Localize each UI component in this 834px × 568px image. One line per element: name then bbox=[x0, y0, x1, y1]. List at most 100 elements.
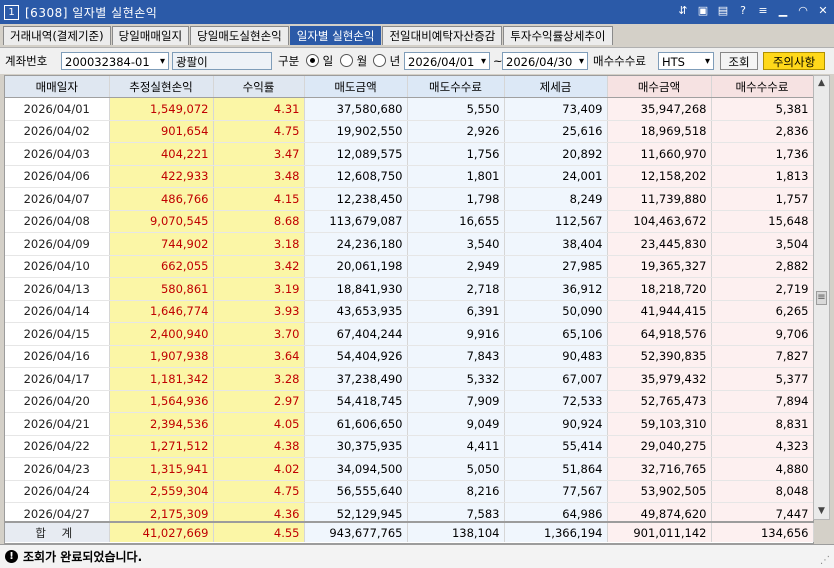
column-header[interactable]: 매매일자 bbox=[5, 76, 110, 98]
table-cell: 2026/04/21 bbox=[5, 412, 110, 436]
fee-label: 매수수수료 bbox=[593, 54, 646, 68]
radio-year-dot[interactable] bbox=[373, 54, 386, 67]
table-row[interactable]: 2026/04/23 1,315,941 4.02 34,094,500 5,050 51… bbox=[5, 457, 813, 481]
table-cell: 1,813 bbox=[711, 165, 813, 188]
status-bar: ! 조회가 완료되었습니다. ⋰ bbox=[0, 544, 834, 568]
table-cell: 2026/04/27 bbox=[5, 502, 110, 521]
account-select[interactable]: 200032384-01 bbox=[61, 52, 169, 71]
tab-4[interactable]: 전일대비예탁자산증감 bbox=[382, 26, 503, 45]
table-row[interactable]: 2026/04/13 580,861 3.19 18,841,930 2,718 36,9… bbox=[5, 277, 813, 301]
table-cell: 2026/04/22 bbox=[5, 435, 110, 458]
table-cell: 38,404 bbox=[504, 232, 608, 256]
table-cell: 34,094,500 bbox=[304, 457, 408, 481]
minimize-icon[interactable]: ▁ bbox=[776, 4, 790, 18]
table-cell: 18,841,930 bbox=[304, 277, 408, 301]
table-cell: 6,265 bbox=[711, 300, 813, 323]
column-header[interactable]: 매수수수료 bbox=[711, 76, 813, 98]
table-row[interactable]: 2026/04/17 1,181,342 3.28 37,238,490 5,332 67… bbox=[5, 367, 813, 391]
notice-button[interactable]: 주의사항 bbox=[763, 52, 825, 70]
table-row[interactable]: 2026/04/15 2,400,940 3.70 67,404,244 9,916 65… bbox=[5, 322, 813, 346]
scroll-up-icon[interactable]: ▲ bbox=[814, 76, 829, 91]
settings-icon[interactable]: ≡ bbox=[756, 4, 770, 18]
table-cell: 662,055 bbox=[109, 255, 214, 278]
tab-3[interactable]: 일자별 실현손익 bbox=[289, 26, 382, 45]
radio-year[interactable]: 년 bbox=[373, 52, 400, 70]
table-row[interactable]: 2026/04/03 404,221 3.47 12,089,575 1,756 20,8… bbox=[5, 142, 813, 166]
table-cell: 29,040,275 bbox=[607, 435, 712, 458]
vertical-scrollbar[interactable]: ▲ ≡ ▼ bbox=[813, 75, 830, 520]
account-name-field[interactable]: 광팔이 bbox=[172, 52, 272, 70]
table-row[interactable]: 2026/04/08 9,070,545 8.68 113,679,087 16,655… bbox=[5, 210, 813, 233]
table-row[interactable]: 2026/04/20 1,564,936 2.97 54,418,745 7,909 72… bbox=[5, 390, 813, 413]
date-to-picker[interactable]: 2026/04/30 bbox=[502, 52, 588, 71]
lock-icon[interactable]: ▣ bbox=[696, 4, 710, 18]
column-header[interactable]: 매도수수료 bbox=[407, 76, 505, 98]
search-button[interactable]: 조회 bbox=[720, 52, 758, 70]
header-row: 매매일자 추정실현손익 수익률 매도금액 매도수수료 제세금 매수금액 매수수수료 bbox=[5, 76, 813, 98]
table-row[interactable]: 2026/04/01 1,549,072 4.31 37,580,680 5,550 73… bbox=[5, 97, 813, 121]
table-cell: 4.75 bbox=[213, 120, 305, 143]
restore-icon[interactable]: ◠ bbox=[796, 4, 810, 18]
table-cell: 9,070,545 bbox=[109, 210, 214, 233]
radio-day-dot[interactable] bbox=[306, 54, 319, 67]
column-header[interactable]: 매수금액 bbox=[607, 76, 712, 98]
tab-5[interactable]: 투자수익률상세추이 bbox=[503, 26, 613, 45]
table-cell: 51,864 bbox=[504, 457, 608, 481]
table-cell: 1,315,941 bbox=[109, 457, 214, 481]
link-icon[interactable]: ⇵ bbox=[676, 4, 690, 18]
table-row[interactable]: 2026/04/14 1,646,774 3.93 43,653,935 6,391 50… bbox=[5, 300, 813, 323]
tab-0[interactable]: 거래내역(결제기준) bbox=[3, 26, 111, 45]
column-header[interactable]: 제세금 bbox=[504, 76, 608, 98]
scroll-thumb[interactable]: ≡ bbox=[816, 291, 827, 305]
table-cell: 3.19 bbox=[213, 277, 305, 301]
totals-cell: 901,011,142 bbox=[607, 523, 712, 542]
table-row[interactable]: 2026/04/27 2,175,309 4.36 52,129,945 7,583 64… bbox=[5, 502, 813, 521]
table-row[interactable]: 2026/04/09 744,902 3.18 24,236,180 3,540 38,4… bbox=[5, 232, 813, 256]
table-cell: 3,540 bbox=[407, 232, 505, 256]
date-from-picker[interactable]: 2026/04/01 bbox=[404, 52, 490, 71]
resize-grip-icon[interactable]: ⋰ bbox=[820, 555, 830, 566]
help-icon[interactable]: ? bbox=[736, 4, 750, 18]
close-icon[interactable]: ✕ bbox=[816, 4, 830, 18]
column-header[interactable]: 수익률 bbox=[213, 76, 305, 98]
tab-2[interactable]: 당일매도실현손익 bbox=[190, 26, 289, 45]
table-cell: 54,404,926 bbox=[304, 345, 408, 368]
table-cell: 404,221 bbox=[109, 142, 214, 166]
table-row[interactable]: 2026/04/10 662,055 3.42 20,061,198 2,949 27,9… bbox=[5, 255, 813, 278]
scroll-down-icon[interactable]: ▼ bbox=[814, 504, 829, 519]
table-cell: 2,559,304 bbox=[109, 480, 214, 503]
table-cell: 1,181,342 bbox=[109, 367, 214, 391]
table-row[interactable]: 2026/04/07 486,766 4.15 12,238,450 1,798 8,24… bbox=[5, 187, 813, 211]
table-cell: 2026/04/03 bbox=[5, 142, 110, 166]
table-cell: 112,567 bbox=[504, 210, 608, 233]
table-cell: 3.42 bbox=[213, 255, 305, 278]
table-cell: 1,736 bbox=[711, 142, 813, 166]
table-cell: 73,409 bbox=[504, 97, 608, 121]
table-cell: 36,912 bbox=[504, 277, 608, 301]
radio-month-dot[interactable] bbox=[340, 54, 353, 67]
table-row[interactable]: 2026/04/24 2,559,304 4.75 56,555,640 8,216 77… bbox=[5, 480, 813, 503]
table-row[interactable]: 2026/04/16 1,907,938 3.64 54,404,926 7,843 90… bbox=[5, 345, 813, 368]
fee-select[interactable]: HTS bbox=[658, 52, 714, 71]
table-cell: 5,332 bbox=[407, 367, 505, 391]
table-cell: 67,404,244 bbox=[304, 322, 408, 346]
table-row[interactable]: 2026/04/22 1,271,512 4.38 30,375,935 4,411 55… bbox=[5, 435, 813, 458]
radio-month[interactable]: 월 bbox=[340, 52, 367, 70]
table-cell: 2026/04/14 bbox=[5, 300, 110, 323]
table-row[interactable]: 2026/04/02 901,654 4.75 19,902,550 2,926 25,6… bbox=[5, 120, 813, 143]
table-cell: 2026/04/13 bbox=[5, 277, 110, 301]
table-cell: 1,756 bbox=[407, 142, 505, 166]
table-cell: 3.70 bbox=[213, 322, 305, 346]
table-cell: 35,947,268 bbox=[607, 97, 712, 121]
column-header[interactable]: 매도금액 bbox=[304, 76, 408, 98]
table-row[interactable]: 2026/04/06 422,933 3.48 12,608,750 1,801 24,0… bbox=[5, 165, 813, 188]
window-title: [6308] 일자별 실현손익 bbox=[25, 5, 158, 20]
column-header[interactable]: 추정실현손익 bbox=[109, 76, 214, 98]
table-row[interactable]: 2026/04/21 2,394,536 4.05 61,606,650 9,049 90… bbox=[5, 412, 813, 436]
table-cell: 8,216 bbox=[407, 480, 505, 503]
chart-icon[interactable]: ▤ bbox=[716, 4, 730, 18]
radio-day[interactable]: 일 bbox=[306, 52, 333, 70]
table-cell: 2026/04/17 bbox=[5, 367, 110, 391]
table-cell: 12,158,202 bbox=[607, 165, 712, 188]
tab-1[interactable]: 당일매매일지 bbox=[111, 26, 190, 45]
